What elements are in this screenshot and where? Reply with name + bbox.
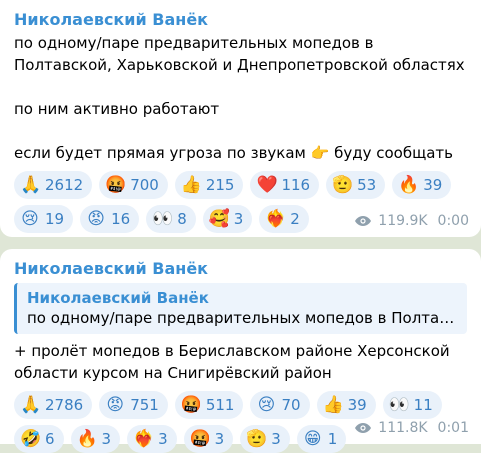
thumbs-up-icon: 👍 [180, 175, 202, 195]
reaction-count: 2786 [45, 396, 84, 414]
reaction-count: 700 [130, 176, 159, 194]
quote-sender: Николаевский Ванёк [27, 289, 209, 307]
salute-hand-icon: 🫡 [246, 429, 268, 449]
heart-on-fire-icon: ❤️‍🔥 [133, 429, 155, 449]
message-text-line: по ним активно работают [14, 100, 220, 118]
reaction-count: 8 [177, 210, 187, 228]
reaction-cursing-face[interactable]: 🤬 3 [183, 425, 234, 453]
view-count: 111.8K [378, 420, 428, 436]
reaction-count: 39 [423, 176, 443, 194]
reaction-pray[interactable]: 🙏 2612 [14, 171, 93, 199]
reaction-fire[interactable]: 🔥 39 [392, 171, 452, 199]
views-eye-icon [355, 423, 372, 433]
reaction-pray[interactable]: 🙏 2786 [14, 391, 93, 419]
message-text-line: по одному/паре предварительных мопедов в [14, 34, 374, 52]
cursing-face-icon: 🤬 [105, 175, 127, 195]
eyes-icon: 👀 [152, 209, 174, 229]
rofl-icon: 🤣 [20, 429, 42, 449]
reaction-count: 3 [158, 430, 168, 448]
reaction-eyes[interactable]: 👀 11 [382, 391, 442, 419]
reaction-grinning-face[interactable]: 😁 1 [296, 425, 347, 453]
message-text-line: если будет прямая угроза по звукам 👉 буд… [14, 144, 453, 162]
heart-on-fire-icon: ❤️‍🔥 [265, 209, 287, 229]
reaction-count: 2612 [45, 176, 84, 194]
thumbs-up-icon: 👍 [322, 395, 344, 415]
eyes-icon: 👀 [388, 395, 410, 415]
reaction-cursing-face[interactable]: 🤬 511 [174, 391, 244, 419]
reaction-eyes[interactable]: 👀 8 [146, 205, 196, 233]
reaction-rofl[interactable]: 🤣 6 [14, 425, 64, 453]
crying-face-icon: 😢 [257, 395, 276, 415]
reaction-thumbs-up[interactable]: 👍 215 [174, 171, 244, 199]
sender-name[interactable]: Николаевский Ванёк [14, 259, 467, 279]
reaction-crying-face[interactable]: 😢 70 [250, 391, 310, 419]
angry-face-icon: 😡 [87, 209, 105, 229]
smiling-hearts-icon: 🥰 [208, 209, 230, 229]
reaction-count: 19 [45, 210, 65, 228]
message-bubble[interactable]: Николаевский Ванёк Николаевский Ванёк по… [0, 249, 481, 453]
message-text-line: Полтавской, Харьковской и Днепропетровск… [14, 56, 465, 74]
message-time: 0:00 [437, 213, 469, 229]
heart-icon: ❤️ [256, 175, 278, 195]
reaction-thumbs-up[interactable]: 👍 39 [316, 391, 376, 419]
pray-icon: 🙏 [20, 175, 42, 195]
message-meta: 111.8K 0:01 [354, 420, 469, 436]
reaction-count: 16 [111, 210, 131, 228]
reaction-fire[interactable]: 🔥 3 [70, 425, 121, 453]
reaction-angry-face[interactable]: 😡 16 [80, 205, 140, 233]
pray-icon: 🙏 [20, 395, 42, 415]
reaction-count: 1 [327, 430, 338, 448]
cursing-face-icon: 🤬 [189, 429, 211, 449]
reaction-count: 3 [214, 430, 225, 448]
reaction-count: 3 [233, 210, 244, 228]
reaction-smiling-hearts[interactable]: 🥰 3 [202, 205, 253, 233]
grinning-face-icon: 😁 [303, 429, 322, 449]
reaction-count: 70 [281, 396, 301, 414]
message-text-line: области курсом на Снигирёвский район [14, 364, 332, 382]
cursing-face-icon: 🤬 [180, 395, 202, 415]
message-time: 0:01 [437, 420, 469, 436]
view-count: 119.9K [378, 213, 428, 229]
salute-hand-icon: 🫡 [332, 175, 354, 195]
reaction-count: 116 [281, 176, 311, 194]
reaction-heart-on-fire[interactable]: ❤️‍🔥 3 [127, 425, 177, 453]
reaction-salute[interactable]: 🫡 3 [240, 425, 290, 453]
angry-face-icon: 😡 [106, 395, 125, 415]
reaction-count: 215 [205, 176, 235, 194]
fire-icon: 🔥 [76, 429, 98, 449]
reply-quote[interactable]: Николаевский Ванёк по одному/паре предва… [14, 283, 467, 334]
views-eye-icon [355, 216, 372, 226]
reaction-count: 3 [271, 430, 281, 448]
reaction-count: 3 [101, 430, 112, 448]
reaction-count: 2 [290, 210, 300, 228]
reaction-angry-face[interactable]: 😡 751 [99, 391, 168, 419]
message-text-line: + пролёт мопедов в Бериславском районе Х… [14, 342, 450, 360]
crying-face-icon: 😢 [21, 209, 39, 229]
reaction-cursing-face[interactable]: 🤬 700 [99, 171, 168, 199]
sender-name[interactable]: Николаевский Ванёк [14, 10, 467, 30]
reaction-crying-face[interactable]: 😢 19 [14, 205, 74, 233]
reaction-count: 39 [347, 396, 367, 414]
message-bubble[interactable]: Николаевский Ванёк по одному/паре предва… [0, 0, 481, 237]
reaction-heart-on-fire[interactable]: ❤️‍🔥 2 [259, 205, 309, 233]
reaction-count: 53 [357, 176, 377, 194]
reaction-count: 511 [205, 396, 235, 414]
fire-icon: 🔥 [398, 175, 420, 195]
reaction-count: 11 [413, 396, 433, 414]
reaction-count: 751 [130, 396, 159, 414]
reaction-salute[interactable]: 🫡 53 [326, 171, 386, 199]
reaction-heart[interactable]: ❤️ 116 [250, 171, 320, 199]
quote-text: по одному/паре предварительных мопедов в… [27, 309, 457, 327]
reaction-count: 6 [45, 430, 55, 448]
message-meta: 119.9K 0:00 [354, 213, 469, 229]
